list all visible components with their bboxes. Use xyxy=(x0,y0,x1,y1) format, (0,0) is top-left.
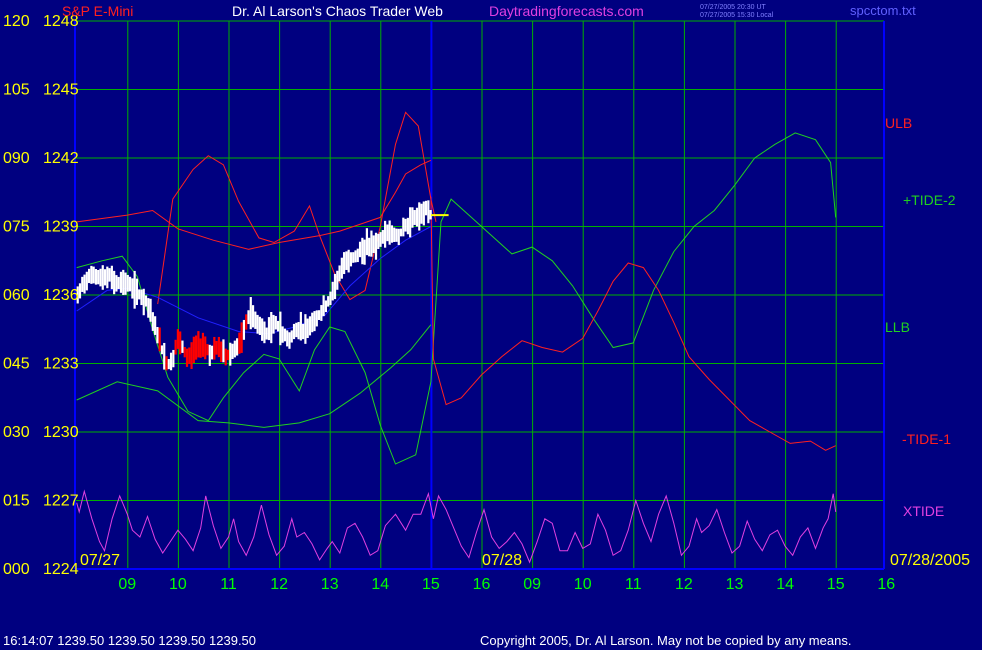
status-quote: 16:14:07 1239.50 1239.50 1239.50 1239.50 xyxy=(3,633,256,648)
x-hour-label: 15 xyxy=(827,576,845,593)
y-left-label: 015 xyxy=(3,493,30,510)
label-tide-plus: +TIDE-2 xyxy=(903,192,956,208)
date-label-mid: 07/28 xyxy=(482,552,522,569)
chart-canvas: 120 1248105 1245090 1242075 1239060 1236045 12… xyxy=(0,0,982,650)
site-link[interactable]: Daytradingforecasts.com xyxy=(489,3,644,19)
y-price-label: 1233 xyxy=(43,356,79,373)
date-label-start: 07/27 xyxy=(80,552,120,569)
y-price-label: 1236 xyxy=(43,287,79,304)
y-left-label: 075 xyxy=(3,219,30,236)
x-hour-label: 11 xyxy=(625,576,642,593)
y-price-label: 1224 xyxy=(43,561,79,578)
x-hour-label: 10 xyxy=(169,576,187,593)
y-left-label: 120 xyxy=(3,13,30,30)
stamp-local: 07/27/2005 15:30 Local xyxy=(700,12,774,19)
x-hour-label: 15 xyxy=(422,576,440,593)
y-left-label: 000 xyxy=(3,561,30,578)
file-name: spcctom.txt xyxy=(850,3,916,18)
label-xtide: XTIDE xyxy=(903,503,944,519)
copyright: Copyright 2005, Dr. Al Larson. May not b… xyxy=(480,633,851,648)
x-hour-label: 11 xyxy=(220,576,237,593)
instrument-label: S&P E-Mini xyxy=(62,3,133,19)
y-left-label: 045 xyxy=(3,356,30,373)
y-price-label: 1245 xyxy=(43,82,79,99)
x-hour-label: 14 xyxy=(371,576,389,593)
x-hour-label: 16 xyxy=(877,576,895,593)
x-hour-label: 12 xyxy=(675,576,693,593)
chart-title: Dr. Al Larson's Chaos Trader Web xyxy=(232,3,443,19)
x-hour-label: 12 xyxy=(270,576,288,593)
y-price-label: 1230 xyxy=(43,424,79,441)
x-hour-label: 13 xyxy=(726,576,744,593)
x-hour-label: 13 xyxy=(321,576,339,593)
y-left-label: 060 xyxy=(3,287,30,304)
y-price-label: 1227 xyxy=(43,493,79,510)
y-left-label: 030 xyxy=(3,424,30,441)
label-ulb: ULB xyxy=(885,115,912,131)
x-hour-label: 09 xyxy=(523,576,541,593)
label-tide-minus: -TIDE-1 xyxy=(902,431,951,447)
stamp-ut: 07/27/2005 20:30 UT xyxy=(700,4,766,11)
x-hour-label: 09 xyxy=(118,576,136,593)
y-left-label: 090 xyxy=(3,150,30,167)
y-left-label: 105 xyxy=(3,82,30,99)
x-hour-label: 10 xyxy=(574,576,592,593)
label-llb: LLB xyxy=(885,319,910,335)
x-hour-label: 16 xyxy=(473,576,491,593)
y-price-label: 1242 xyxy=(43,150,79,167)
date-label-end: 07/28/2005 xyxy=(890,552,970,569)
y-price-label: 1239 xyxy=(43,219,79,236)
x-hour-label: 14 xyxy=(776,576,794,593)
